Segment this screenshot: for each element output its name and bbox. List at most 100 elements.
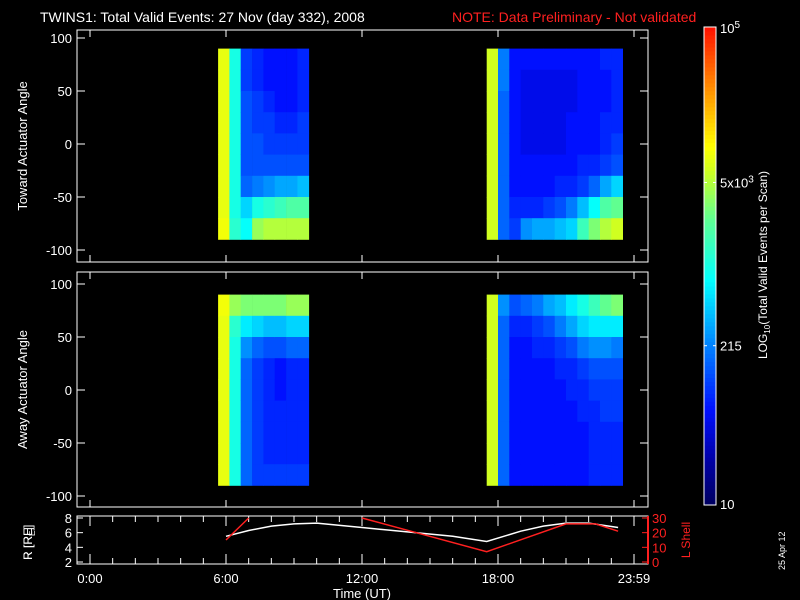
colorbar-tick-text: 10 <box>720 21 734 36</box>
y-tick-label: 50 <box>58 330 72 345</box>
heatmap-cell <box>532 133 544 155</box>
heatmap-cell <box>240 358 253 380</box>
heatmap-cell <box>577 358 589 380</box>
heatmap-cell <box>611 112 623 134</box>
heatmap-cell <box>532 175 544 198</box>
heatmap-cell <box>297 133 310 155</box>
colorbar-band <box>704 437 716 442</box>
y-tick-label-right: 0 <box>652 555 659 570</box>
heatmap-cell <box>577 197 589 219</box>
heatmap-cell <box>486 175 499 198</box>
y-tick-label: 50 <box>58 84 72 99</box>
heatmap-cell <box>611 218 623 240</box>
heatmap-cell <box>520 294 533 317</box>
y-tick-label: -100 <box>46 489 72 504</box>
heatmap-cell <box>577 464 589 486</box>
heatmap-cell <box>600 133 612 155</box>
colorbar-band <box>704 230 716 235</box>
heatmap-cell <box>566 400 578 423</box>
heatmap-cell <box>297 358 310 380</box>
colorbar-band <box>704 485 716 490</box>
colorbar-tick-exponent: 5 <box>734 20 740 31</box>
y-tick-label: 100 <box>50 277 72 292</box>
colorbar-band <box>704 433 716 438</box>
heatmap-cell <box>286 400 298 423</box>
heatmap-cell <box>509 379 521 401</box>
heatmap-cell <box>543 91 555 113</box>
heatmap-cell <box>274 154 287 177</box>
heatmap-cell <box>611 175 623 198</box>
colorbar-band <box>704 30 716 36</box>
heatmap-cell <box>297 421 310 444</box>
heatmap-cell <box>240 464 253 486</box>
heatmap-cell <box>229 112 242 134</box>
heatmap-cell <box>509 175 521 198</box>
colorbar-band <box>704 393 716 398</box>
heatmap-cell <box>577 400 589 423</box>
heatmap-cell <box>263 294 276 317</box>
heatmap-cell <box>218 294 230 317</box>
colorbar-band <box>704 333 716 339</box>
heatmap-cell <box>509 218 521 240</box>
colorbar-band <box>704 441 716 446</box>
heatmap-cell <box>486 464 499 486</box>
heatmap-cell <box>509 197 521 219</box>
heatmap-cell <box>588 443 601 465</box>
colorbar-band <box>704 62 716 68</box>
heatmap-cell <box>297 337 310 359</box>
heatmap-cell <box>263 91 276 113</box>
heatmap-cell <box>577 315 589 338</box>
y-axis-title-right: L Shell <box>679 522 693 558</box>
heatmap-cell <box>252 443 264 465</box>
heatmap-cell <box>274 197 287 219</box>
heatmap-cell <box>263 315 276 338</box>
heatmap-cell <box>566 133 578 155</box>
heatmap-cell <box>588 337 601 359</box>
heatmap-cell <box>263 421 276 444</box>
heatmap-cell <box>274 218 287 240</box>
heatmap-cell <box>229 379 242 401</box>
colorbar-band <box>704 234 716 239</box>
colorbar-band <box>704 313 716 319</box>
heatmap-cell <box>286 91 298 113</box>
heatmap-cell <box>600 154 612 177</box>
y-tick-label-right: 20 <box>652 526 666 541</box>
heatmap-cell <box>543 69 555 92</box>
colorbar-title-rest: (Total Valid Events per Scan) <box>756 171 770 325</box>
heatmap-cell <box>588 133 601 155</box>
heatmap-cell <box>498 112 510 134</box>
heatmap-cell <box>554 112 567 134</box>
heatmap-cell <box>566 358 578 380</box>
heatmap-cell <box>252 464 264 486</box>
heatmap-cell <box>297 112 310 134</box>
heatmap-cell <box>532 91 544 113</box>
heatmap-cell <box>554 197 567 219</box>
heatmap-cell <box>554 154 567 177</box>
heatmap-cell <box>509 112 521 134</box>
heatmap-cell <box>229 315 242 338</box>
heatmap-cell <box>240 443 253 465</box>
colorbar-band <box>704 90 716 96</box>
colorbar-band <box>704 174 716 179</box>
y-tick-label: 0 <box>65 137 72 152</box>
colorbar-band <box>704 138 716 144</box>
heatmap-cell <box>532 421 544 444</box>
heatmap-cell <box>274 69 287 92</box>
heatmap-cell <box>577 133 589 155</box>
heatmap-cell <box>263 154 276 177</box>
heatmap-cell <box>600 337 612 359</box>
heatmap-cell <box>577 175 589 198</box>
heatmap-cell <box>218 133 230 155</box>
heatmap-cell <box>566 91 578 113</box>
x-tick-label: 0:00 <box>77 571 102 586</box>
heatmap-cell <box>600 443 612 465</box>
heatmap-cell <box>240 112 253 134</box>
heatmap-cell <box>286 48 298 71</box>
heatmap-cell <box>252 315 264 338</box>
heatmap-cell <box>274 133 287 155</box>
heatmap-cell <box>486 154 499 177</box>
heatmap-cell <box>520 112 533 134</box>
heatmap-cell <box>588 112 601 134</box>
heatmap-cell <box>554 175 567 198</box>
heatmap-cell <box>554 400 567 423</box>
